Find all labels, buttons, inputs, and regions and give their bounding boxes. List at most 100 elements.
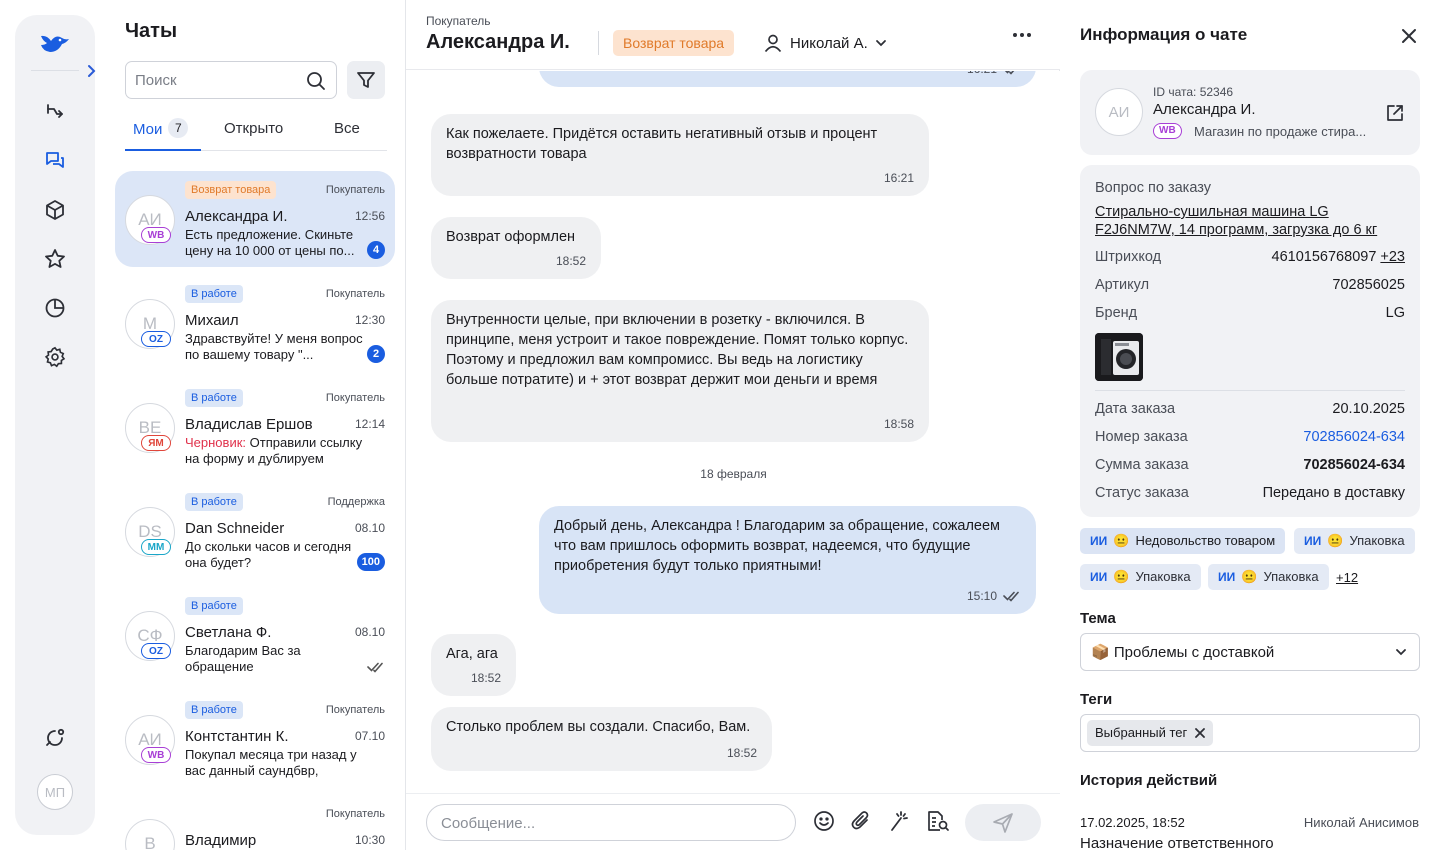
rail-divider [31, 70, 79, 71]
tab-mine[interactable]: Мои 7 [133, 118, 189, 140]
ai-tag-chip[interactable]: ИИ 😐 Недовольство товаром [1080, 528, 1286, 554]
tab-all[interactable]: Все [334, 120, 360, 137]
chat-list-item[interactable]: АИ WB В работе Покупатель Контстантин К.… [115, 691, 395, 787]
chat-tabs: Мои 7 Открыто Все [125, 112, 387, 151]
tags-input[interactable]: Выбранный тег [1080, 714, 1420, 752]
ai-tag-chip[interactable]: ИИ 😐 Упаковка [1294, 528, 1415, 554]
tab-count-badge: 7 [168, 118, 189, 138]
info-panel-title: Информация о чате [1080, 25, 1248, 44]
chat-preview: Черновик: Отправили ссылку на форму и ду… [185, 435, 363, 467]
chat-type: Покупатель [325, 288, 385, 300]
order-date-row: Дата заказа 20.10.2025 [1095, 401, 1405, 417]
chat-list-item[interactable]: ВЕ ЯМ В работе Покупатель Владислав Ершо… [115, 379, 395, 475]
nav-analytics-icon[interactable] [39, 292, 71, 324]
message-list[interactable]: 16:21 Как пожелаете. Придётся оставить н… [406, 71, 1061, 793]
message-incoming: Как пожелаете. Придётся оставить негатив… [431, 114, 929, 196]
ai-label: ИИ [1090, 534, 1108, 548]
nav-reviews-icon[interactable] [39, 243, 71, 275]
chat-info-panel: Информация о чате АИ ID чата: 52346 Алек… [1060, 0, 1440, 850]
message-text: Добрый день, Александра ! Благодарим за … [554, 518, 1001, 574]
magic-wand-icon[interactable] [888, 810, 910, 832]
more-options-icon[interactable] [1011, 26, 1033, 44]
templates-icon[interactable] [926, 810, 950, 832]
tab-open[interactable]: Открыто [224, 120, 283, 137]
order-number-label: Номер заказа [1095, 429, 1188, 445]
search-input[interactable] [135, 70, 295, 90]
more-ai-tags-link[interactable]: +12 [1336, 570, 1358, 585]
order-status-row: Статус заказа Передано в доставку [1095, 485, 1405, 501]
ai-label: ИИ [1090, 570, 1108, 584]
tag-chip: Выбранный тег [1087, 720, 1214, 746]
chat-list-item[interactable]: В Покупатель Владимир 10:30 [115, 795, 395, 850]
theme-label: Тема [1080, 610, 1116, 627]
close-icon[interactable] [1399, 26, 1419, 46]
chat-list-item[interactable]: АИ WB Возврат товара Покупатель Александ… [115, 171, 395, 267]
chat-type: Покупатель [325, 392, 385, 404]
draft-label: Черновик: [185, 435, 247, 450]
assignee-name: Николай А. [790, 34, 868, 52]
status-badge: В работе [185, 597, 243, 615]
chat-time: 12:56 [354, 209, 385, 223]
product-image[interactable] [1095, 333, 1143, 381]
marketplace-badge: WB [1153, 123, 1182, 139]
marketplace-badge: WB [141, 227, 171, 243]
chat-list-title: Чаты [125, 20, 178, 42]
external-link-icon[interactable] [1385, 103, 1405, 123]
barcode-more-link[interactable]: +23 [1380, 249, 1405, 265]
chat-panel: Покупатель Александра И. Возврат товара … [405, 0, 1061, 850]
barcode-value: 4610156768097 [1271, 249, 1377, 265]
message-input[interactable] [441, 813, 771, 833]
user-avatar[interactable]: МП [37, 774, 73, 810]
chat-name: Контстантин К. [185, 728, 289, 745]
app-logo-icon[interactable] [35, 25, 75, 65]
theme-select[interactable]: 📦 Проблемы с доставкой [1080, 633, 1420, 671]
chat-list-item[interactable]: М OZ В работе Покупатель Михаил 12:30 Зд… [115, 275, 395, 371]
order-divider [1095, 390, 1405, 391]
chat-list-item[interactable]: СФ OZ В работе Светлана Ф. 08.10 Благода… [115, 587, 395, 683]
nav-updates-icon[interactable] [39, 722, 71, 754]
nav-chats-icon[interactable] [39, 145, 71, 177]
ai-tag-chip[interactable]: ИИ 😐 Упаковка [1080, 564, 1201, 590]
chat-list-item[interactable]: DS ММ В работе Поддержка Dan Schneider 0… [115, 483, 395, 579]
product-link[interactable]: Стирально-сушильная машина LG F2J6NM7W, … [1095, 203, 1410, 239]
message-incoming: Возврат оформлен 18:52 [431, 217, 601, 279]
status-badge: В работе [185, 493, 243, 511]
chat-name: Владимир [185, 832, 257, 849]
remove-tag-icon[interactable] [1195, 728, 1206, 738]
order-number-link[interactable]: 702856024-634 [1303, 429, 1405, 445]
chat-time: 12:14 [354, 417, 385, 431]
theme-value: 📦 Проблемы с доставкой [1091, 644, 1275, 661]
search-box [125, 61, 337, 99]
nav-products-icon[interactable] [39, 194, 71, 226]
send-button[interactable] [965, 804, 1041, 841]
filter-button[interactable] [347, 61, 385, 99]
chat-list-panel: Чаты Мои 7 Открыто Все АИ WB Возврат това… [105, 0, 405, 850]
barcode-row: Штрихкод 4610156768097 +23 [1095, 249, 1405, 265]
emoji-icon[interactable] [813, 810, 835, 832]
order-status-label: Статус заказа [1095, 485, 1189, 501]
chat-type: Покупатель [325, 184, 385, 196]
attach-icon[interactable] [850, 810, 872, 832]
ai-tag-text: Упаковка [1349, 533, 1405, 548]
assignee-dropdown[interactable]: Николай А. [763, 31, 887, 55]
nav-settings-icon[interactable] [39, 341, 71, 373]
chat-type: Покупатель [325, 808, 385, 820]
read-check-icon [1003, 71, 1021, 75]
message-incoming: Внутренности целые, при включении в розе… [431, 300, 929, 442]
ai-tag-text: Упаковка [1263, 569, 1319, 584]
chat-name: Александра И. [185, 208, 288, 225]
search-icon[interactable] [306, 71, 326, 91]
chat-preview: До скольки часов и сегодня она будет? [185, 539, 352, 570]
nav-tasks-icon[interactable] [39, 96, 71, 128]
message-time: 18:52 [555, 254, 586, 268]
chat-time: 12:30 [354, 313, 385, 327]
chevron-down-icon [1395, 646, 1407, 658]
history-text: Назначение ответственного [1080, 835, 1274, 850]
expand-rail-icon[interactable] [83, 63, 99, 79]
status-badge: Возврат товара [185, 181, 277, 199]
order-card: Вопрос по заказу Стирально-сушильная маш… [1080, 165, 1420, 517]
article-value: 702856025 [1332, 277, 1405, 293]
unread-badge: 4 [367, 241, 385, 259]
chat-status-badge[interactable]: Возврат товара [613, 30, 735, 56]
ai-tag-chip[interactable]: ИИ 😐 Упаковка [1208, 564, 1329, 590]
